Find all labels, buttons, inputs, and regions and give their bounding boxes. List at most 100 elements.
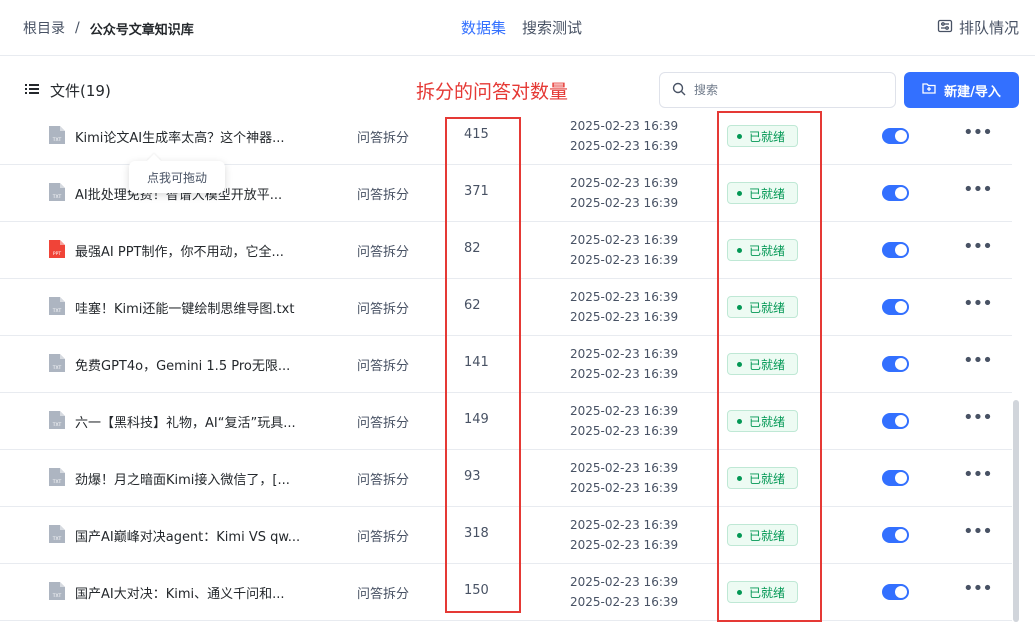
updated-time: 2025-02-23 16:39	[570, 196, 679, 210]
created-time: 2025-02-23 16:39	[570, 347, 679, 361]
more-options-icon[interactable]: •••	[963, 521, 993, 542]
enable-toggle[interactable]	[882, 128, 909, 144]
more-options-icon[interactable]: •••	[963, 293, 993, 314]
created-time: 2025-02-23 16:39	[570, 119, 679, 133]
more-options-icon[interactable]: •••	[963, 179, 993, 200]
more-options-icon[interactable]: •••	[963, 122, 993, 143]
txt-file-icon: TXT	[49, 411, 65, 429]
more-options-icon[interactable]: •••	[963, 236, 993, 257]
split-mode: 问答拆分	[357, 416, 410, 431]
enable-toggle[interactable]	[882, 470, 909, 486]
more-options-icon[interactable]: •••	[963, 464, 993, 485]
updated-time: 2025-02-23 16:39	[570, 595, 679, 609]
file-name[interactable]: 免费GPT4o，Gemini 1.5 Pro无限...	[75, 355, 290, 374]
search-icon	[672, 81, 686, 100]
updated-time: 2025-02-23 16:39	[570, 424, 679, 438]
toggle-knob	[895, 529, 907, 541]
enable-toggle[interactable]	[882, 584, 909, 600]
tab-dataset[interactable]: 数据集	[461, 17, 506, 38]
tab-search-test[interactable]: 搜索测试	[522, 17, 582, 38]
ppt-file-icon: PPT	[49, 240, 65, 258]
txt-file-icon: TXT	[49, 183, 65, 201]
txt-file-icon: TXT	[49, 525, 65, 543]
svg-text:PPT: PPT	[53, 251, 61, 257]
svg-text:TXT: TXT	[52, 137, 62, 143]
file-name[interactable]: 国产AI巅峰对决agent：Kimi VS qw...	[75, 526, 300, 545]
txt-file-icon: TXT	[49, 582, 65, 600]
file-name[interactable]: 最强AI PPT制作，你不用动，它全...	[75, 241, 284, 260]
enable-toggle[interactable]	[882, 242, 909, 258]
created-time: 2025-02-23 16:39	[570, 233, 679, 247]
new-import-button[interactable]: 新建/导入	[904, 72, 1019, 108]
scrollbar[interactable]	[1013, 400, 1019, 622]
toggle-knob	[895, 244, 907, 256]
list-icon	[24, 81, 40, 101]
svg-text:TXT: TXT	[52, 194, 62, 200]
updated-time: 2025-02-23 16:39	[570, 310, 679, 324]
count-highlight-box	[445, 117, 521, 613]
drag-tooltip: 点我可拖动	[129, 161, 225, 193]
created-time: 2025-02-23 16:39	[570, 290, 679, 304]
enable-toggle[interactable]	[882, 356, 909, 372]
enable-toggle[interactable]	[882, 185, 909, 201]
svg-text:TXT: TXT	[52, 479, 62, 485]
created-time: 2025-02-23 16:39	[570, 575, 679, 589]
txt-file-icon: TXT	[49, 468, 65, 486]
split-mode: 问答拆分	[357, 587, 410, 602]
split-mode: 问答拆分	[357, 530, 410, 545]
split-mode: 问答拆分	[357, 473, 410, 488]
txt-file-icon: TXT	[49, 354, 65, 372]
updated-time: 2025-02-23 16:39	[570, 367, 679, 381]
created-time: 2025-02-23 16:39	[570, 404, 679, 418]
enable-toggle[interactable]	[882, 413, 909, 429]
svg-text:TXT: TXT	[52, 422, 62, 428]
split-mode: 问答拆分	[357, 131, 410, 146]
created-time: 2025-02-23 16:39	[570, 518, 679, 532]
enable-toggle[interactable]	[882, 299, 909, 315]
more-options-icon[interactable]: •••	[963, 350, 993, 371]
svg-text:TXT: TXT	[52, 365, 62, 371]
split-mode: 问答拆分	[357, 359, 410, 374]
file-name[interactable]: 国产AI大对决：Kimi、通义千问和...	[75, 583, 285, 602]
status-highlight-box	[717, 111, 822, 622]
txt-file-icon: TXT	[49, 297, 65, 315]
more-options-icon[interactable]: •••	[963, 578, 993, 599]
svg-text:TXT: TXT	[52, 593, 62, 599]
toggle-knob	[895, 415, 907, 427]
file-name[interactable]: 哇塞！Kimi还能一键绘制思维导图.txt	[75, 298, 294, 317]
queue-label: 排队情况	[958, 19, 1019, 37]
top-bar: 根目录 / 公众号文章知识库 数据集 搜索测试 排队情况	[0, 0, 1035, 56]
search-box[interactable]	[659, 72, 896, 108]
more-options-icon[interactable]: •••	[963, 407, 993, 428]
toggle-knob	[895, 586, 907, 598]
updated-time: 2025-02-23 16:39	[570, 481, 679, 495]
split-mode: 问答拆分	[357, 302, 410, 317]
toggle-knob	[895, 187, 907, 199]
split-mode: 问答拆分	[357, 188, 410, 203]
queue-status-button[interactable]: 排队情况	[937, 17, 1019, 38]
toggle-knob	[895, 358, 907, 370]
breadcrumb-current: 公众号文章知识库	[89, 22, 194, 38]
svg-text:TXT: TXT	[52, 308, 62, 314]
file-name[interactable]: 劲爆！月之暗面Kimi接入微信了，[...	[75, 469, 290, 488]
enable-toggle[interactable]	[882, 527, 909, 543]
new-import-label: 新建/导入	[944, 84, 1001, 100]
search-input[interactable]	[694, 83, 874, 97]
split-mode: 问答拆分	[357, 245, 410, 260]
file-name[interactable]: Kimi论文AI生成率太高？这个神器...	[75, 127, 285, 146]
files-header: 文件(19)	[24, 80, 111, 101]
folder-add-icon	[922, 81, 936, 99]
breadcrumb: 根目录 / 公众号文章知识库	[23, 18, 194, 38]
toggle-knob	[895, 472, 907, 484]
file-name[interactable]: 六一【黑科技】礼物，AI“复活”玩具...	[75, 412, 296, 431]
created-time: 2025-02-23 16:39	[570, 176, 679, 190]
breadcrumb-root[interactable]: 根目录	[23, 18, 65, 38]
created-time: 2025-02-23 16:39	[570, 461, 679, 475]
annotation-label: 拆分的问答对数量	[416, 81, 569, 103]
breadcrumb-separator: /	[75, 20, 80, 36]
sliders-icon	[937, 18, 953, 38]
svg-text:TXT: TXT	[52, 536, 62, 542]
files-count-title: 文件(19)	[50, 82, 111, 100]
toggle-knob	[895, 301, 907, 313]
updated-time: 2025-02-23 16:39	[570, 139, 679, 153]
